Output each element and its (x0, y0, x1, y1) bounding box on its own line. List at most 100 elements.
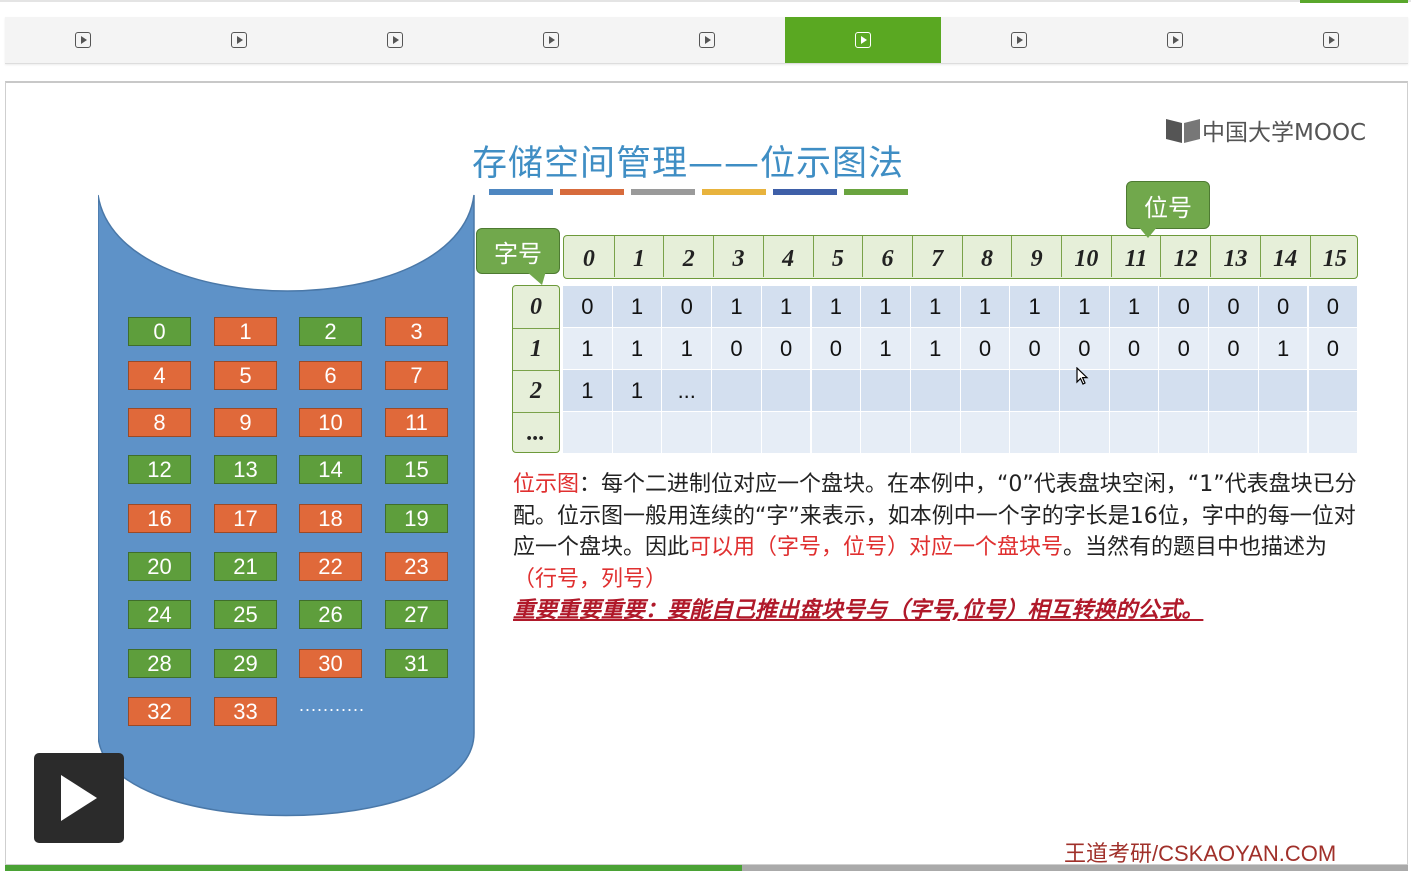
play-button[interactable] (34, 753, 124, 843)
play-icon (387, 32, 403, 48)
bitmap-cell: 1 (612, 328, 663, 370)
bitmap-cell (662, 412, 713, 454)
disk-block: 6 (299, 361, 362, 390)
disk-block: 19 (385, 504, 448, 533)
bitmap-cell: 1 (662, 328, 713, 370)
mouse-cursor-icon (1076, 367, 1089, 385)
explanation-highlight: 可以用（字号，位号）对应一个盘块号 (689, 535, 1064, 560)
bitmap-cell: 1 (612, 286, 663, 328)
bitmap-cell (1258, 370, 1309, 412)
chapter-segment-5[interactable] (785, 17, 941, 63)
chapter-segment-0[interactable] (5, 17, 161, 63)
bit-column-header: 10 (1061, 236, 1111, 277)
important-note: 重要重要重要：要能自己推出盘块号与（字号,位号）相互转换的公式。 (513, 598, 1204, 623)
bit-column-header: 0 (582, 246, 595, 272)
top-accent (1300, 0, 1408, 3)
chapter-segment-7[interactable] (1097, 17, 1253, 63)
disk-block: 9 (214, 408, 277, 437)
disk-block: 31 (385, 649, 448, 678)
bitmap-column-header: 0 1 2 3 4 5 6 7 8 9 10 11 12 13 14 15 (563, 235, 1358, 279)
bitmap-cell (1109, 412, 1160, 454)
explanation-mid: 。当然有的题目中也描述为 (1063, 535, 1328, 560)
bitmap-cell: 0 (662, 286, 713, 328)
bit-callout-pointer (1138, 226, 1158, 238)
disk-block: 29 (214, 649, 277, 678)
bit-column-header: 9 (1011, 236, 1061, 277)
bitmap-cell (960, 412, 1011, 454)
bit-column-header: 1 (613, 236, 664, 277)
bitmap-row-header: 0 1 2... (512, 285, 560, 453)
disk-block: 20 (128, 552, 191, 581)
bit-column-header: 13 (1210, 236, 1260, 277)
bitmap-cell (811, 370, 862, 412)
disk-block: 14 (299, 455, 362, 484)
disk-block: 25 (214, 600, 277, 629)
bitmap-cell: 1 (1060, 286, 1110, 328)
bitmap-cell: 0 (1010, 328, 1060, 370)
bitmap-cell (1060, 412, 1110, 454)
footer-brand: 王道考研/CSKAOYAN.COM (1064, 841, 1337, 866)
chapter-segment-4[interactable] (629, 17, 785, 63)
bitmap-cell: 0 (811, 328, 862, 370)
bitmap-cell: 0 (1308, 286, 1359, 328)
bit-number-callout: 位号 (1126, 181, 1210, 229)
disk-block: 26 (299, 600, 362, 629)
disk-block: 32 (128, 697, 191, 726)
bitmap-cell: 0 (761, 328, 812, 370)
bitmap-cell: 1 (612, 370, 663, 412)
bitmap-cell: 1 (1109, 286, 1160, 328)
top-edge (0, 0, 1411, 2)
chapter-segment-1[interactable] (161, 17, 317, 63)
disk-block: 11 (385, 408, 448, 437)
bitmap-cell: 1 (712, 286, 762, 328)
disk-block: 12 (128, 455, 191, 484)
explanation-text: 位示图：每个二进制位对应一个盘块。在本例中，“0”代表盘块空闲，“1”代表盘块已… (513, 469, 1363, 627)
disk-block: 4 (128, 361, 191, 390)
bitmap-cell: 1 (1258, 328, 1309, 370)
more-blocks-ellipsis: ........... (299, 695, 366, 715)
play-icon (1323, 32, 1339, 48)
disk-block: 23 (385, 552, 448, 581)
bitmap-cell (1159, 370, 1210, 412)
bitmap-cell (861, 370, 911, 412)
chapter-segment-8[interactable] (1253, 17, 1409, 63)
word-row-header: 2 (513, 370, 559, 412)
slide: 存储空间管理——位示图法 中国大学MOOC 0 1 2 3 4 5 6 7 8 9 10 11 12 13… (5, 81, 1408, 866)
bit-column-header: 2 (663, 236, 713, 277)
video-progress-bar[interactable] (5, 865, 1408, 871)
bitmap-cell (563, 412, 613, 454)
disk-block: 7 (385, 361, 448, 390)
bitmap-cell (1258, 412, 1309, 454)
bit-column-header: 5 (812, 236, 863, 277)
title-bar-segment (489, 189, 553, 195)
bitmap-cell (712, 370, 762, 412)
bitmap-cell: ... (662, 370, 713, 412)
word-number-callout: 字号 (476, 228, 560, 274)
bitmap-cell: 1 (811, 286, 862, 328)
disk-block: 1 (214, 317, 277, 346)
book-logo-icon (1164, 115, 1202, 145)
bitmap-cell: 1 (861, 286, 911, 328)
explanation-highlight-2: （行号，列号） (513, 566, 668, 592)
chapter-segment-2[interactable] (317, 17, 473, 63)
bit-column-header: 3 (713, 236, 763, 277)
video-progress-fill (5, 865, 742, 871)
disk-block: 0 (128, 317, 191, 346)
bitmap-cell: 0 (1159, 328, 1210, 370)
bitmap-cell (1308, 412, 1359, 454)
bitmap-cell (1010, 370, 1060, 412)
disk-block: 10 (299, 408, 362, 437)
chapter-segment-3[interactable] (473, 17, 629, 63)
bitmap-cell (1308, 370, 1359, 412)
chapter-segment-6[interactable] (941, 17, 1097, 63)
bitmap-cell: 1 (563, 370, 613, 412)
disk-block: 24 (128, 600, 191, 629)
title-bar-segment (844, 189, 908, 195)
play-icon (1011, 32, 1027, 48)
bitmap-term: 位示图 (513, 472, 580, 497)
disk-block: 33 (214, 697, 277, 726)
bitmap-cell: 0 (712, 328, 762, 370)
word-row-header: 0 (530, 293, 542, 320)
bit-column-header: 7 (911, 236, 962, 277)
bitmap-cell: 0 (1060, 328, 1110, 370)
